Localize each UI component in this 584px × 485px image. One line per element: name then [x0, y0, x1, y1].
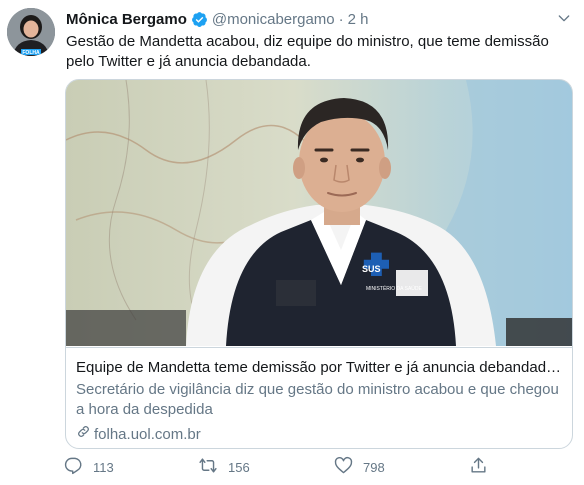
image-vest-text: SUS: [362, 264, 381, 274]
retweet-icon: [198, 456, 218, 478]
card-title[interactable]: Equipe de Mandetta teme demissão por Twi…: [76, 358, 564, 378]
avatar-badge-text: FOLHA: [22, 50, 40, 56]
chevron-down-icon[interactable]: [556, 10, 572, 31]
reply-icon: [64, 456, 83, 478]
verified-badge-icon: [191, 11, 208, 28]
reply-button[interactable]: 113: [64, 456, 114, 478]
like-button[interactable]: 798: [334, 456, 385, 478]
author-handle[interactable]: @monicabergamo: [212, 11, 335, 28]
author-avatar[interactable]: FOLHA: [7, 8, 55, 56]
link-icon: [76, 424, 94, 445]
link-preview-card[interactable]: SUS MINISTÉRIO DA SAÚDE Equipe de Mandet…: [65, 79, 573, 449]
card-description: Secretário de vigilância diz que gestão …: [76, 381, 559, 418]
reply-count: 113: [93, 459, 114, 475]
card-image[interactable]: SUS MINISTÉRIO DA SAÚDE: [66, 80, 572, 346]
share-icon: [469, 456, 488, 478]
like-count: 798: [363, 459, 385, 475]
author-name[interactable]: Mônica Bergamo: [66, 11, 187, 28]
tweet-text: Gestão de Mandetta acabou, diz equipe do…: [66, 33, 549, 70]
image-vest-subtext: MINISTÉRIO DA SAÚDE: [366, 285, 423, 292]
tweet-timestamp[interactable]: 2 h: [348, 11, 369, 28]
like-icon: [334, 456, 353, 478]
tweet-actions: 113 156 798: [64, 456, 494, 478]
retweet-count: 156: [228, 459, 250, 475]
retweet-button[interactable]: 156: [198, 456, 250, 478]
card-domain-text: folha.uol.com.br: [94, 425, 201, 443]
tweet-header: Mônica Bergamo @monicabergamo · 2 h: [66, 8, 369, 30]
card-domain[interactable]: folha.uol.com.br: [76, 424, 201, 445]
card-body[interactable]: Equipe de Mandetta teme demissão por Twi…: [66, 347, 572, 448]
share-button[interactable]: [469, 456, 488, 478]
separator-dot: ·: [338, 10, 344, 28]
